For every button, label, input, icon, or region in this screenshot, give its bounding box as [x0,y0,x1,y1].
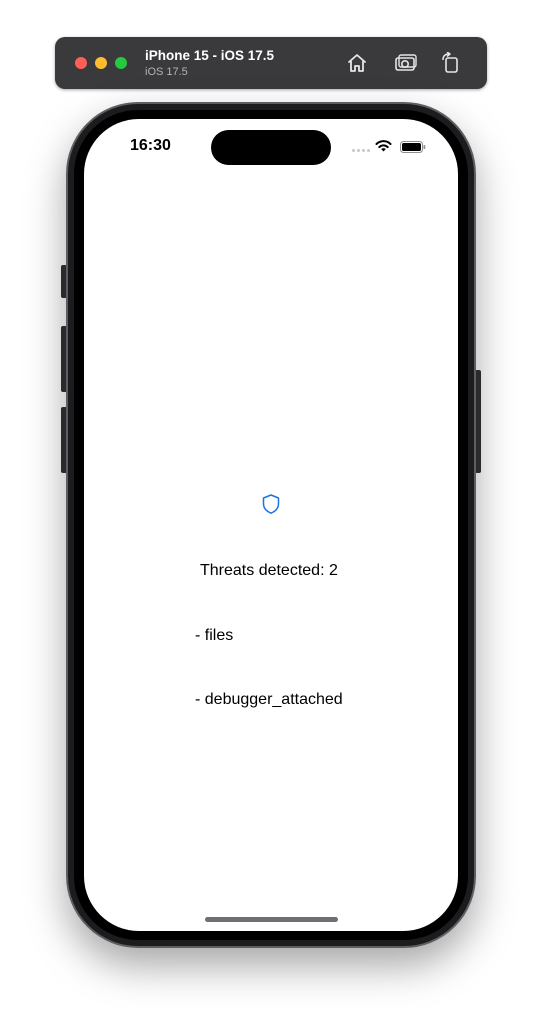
screenshot-button[interactable] [394,51,418,75]
shield-icon [262,494,280,514]
threat-item: - files [195,626,234,644]
threat-status-panel [84,493,458,520]
zoom-window-button[interactable] [115,57,127,69]
threat-item: - debugger_attached [195,691,343,708]
simulator-window: iPhone 15 - iOS 17.5 iOS 17.5 16:30 Thre… [0,0,542,1024]
rotate-icon [442,52,458,73]
simulator-title-bar: iPhone 15 - iOS 17.5 iOS 17.5 [55,37,487,89]
close-window-button[interactable] [75,57,87,69]
minimize-window-button[interactable] [95,57,107,69]
battery-icon [400,141,426,153]
rotate-button[interactable] [439,51,463,75]
threat-count-label: Threats detected: 2 [200,562,338,579]
cellular-signal-icon [352,149,370,152]
dynamic-island [211,130,331,165]
threat-report: Threats detected: 2 - files - debugger_a… [195,517,343,754]
phone-screen[interactable]: 16:30 Threats detected: 2 - files - debu… [84,119,458,931]
home-indicator[interactable] [205,917,338,922]
status-bar-time: 16:30 [130,137,171,154]
home-icon [348,54,366,72]
screenshot-icon [395,54,417,71]
simulator-device-title: iPhone 15 - iOS 17.5 [145,48,275,63]
simulator-os-subtitle: iOS 17.5 [145,66,188,78]
wifi-icon [375,140,392,152]
home-button[interactable] [345,51,369,75]
